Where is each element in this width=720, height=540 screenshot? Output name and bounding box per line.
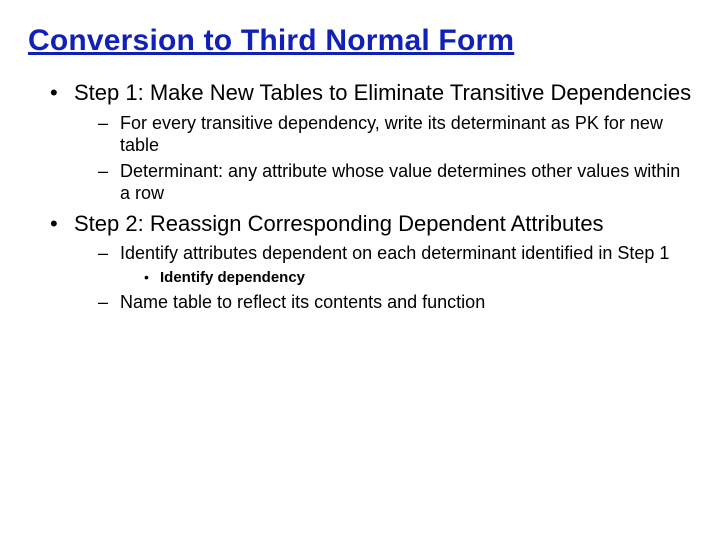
sub-list: Identify attributes dependent on each de… — [74, 243, 692, 314]
sub-text: Identify attributes dependent on each de… — [120, 243, 669, 263]
bullet-text: Step 2: Reassign Corresponding Dependent… — [74, 211, 604, 236]
subsub-list: Identify dependency — [120, 269, 692, 288]
subsub-bullet: Identify dependency — [144, 269, 692, 288]
bullet-list: Step 1: Make New Tables to Eliminate Tra… — [28, 80, 692, 314]
sub-bullet: Identify attributes dependent on each de… — [98, 243, 692, 288]
bullet-step1: Step 1: Make New Tables to Eliminate Tra… — [50, 80, 692, 205]
bullet-text: Step 1: Make New Tables to Eliminate Tra… — [74, 80, 691, 105]
sub-text: Name table to reflect its contents and f… — [120, 292, 485, 312]
sub-list: For every transitive dependency, write i… — [74, 113, 692, 205]
sub-bullet: For every transitive dependency, write i… — [98, 113, 692, 157]
slide-title: Conversion to Third Normal Form — [28, 24, 692, 58]
sub-text: Determinant: any attribute whose value d… — [120, 161, 680, 203]
sub-text: For every transitive dependency, write i… — [120, 113, 663, 155]
sub-bullet: Name table to reflect its contents and f… — [98, 292, 692, 314]
bullet-step2: Step 2: Reassign Corresponding Dependent… — [50, 211, 692, 314]
subsub-text: Identify dependency — [160, 269, 305, 286]
sub-bullet: Determinant: any attribute whose value d… — [98, 161, 692, 205]
